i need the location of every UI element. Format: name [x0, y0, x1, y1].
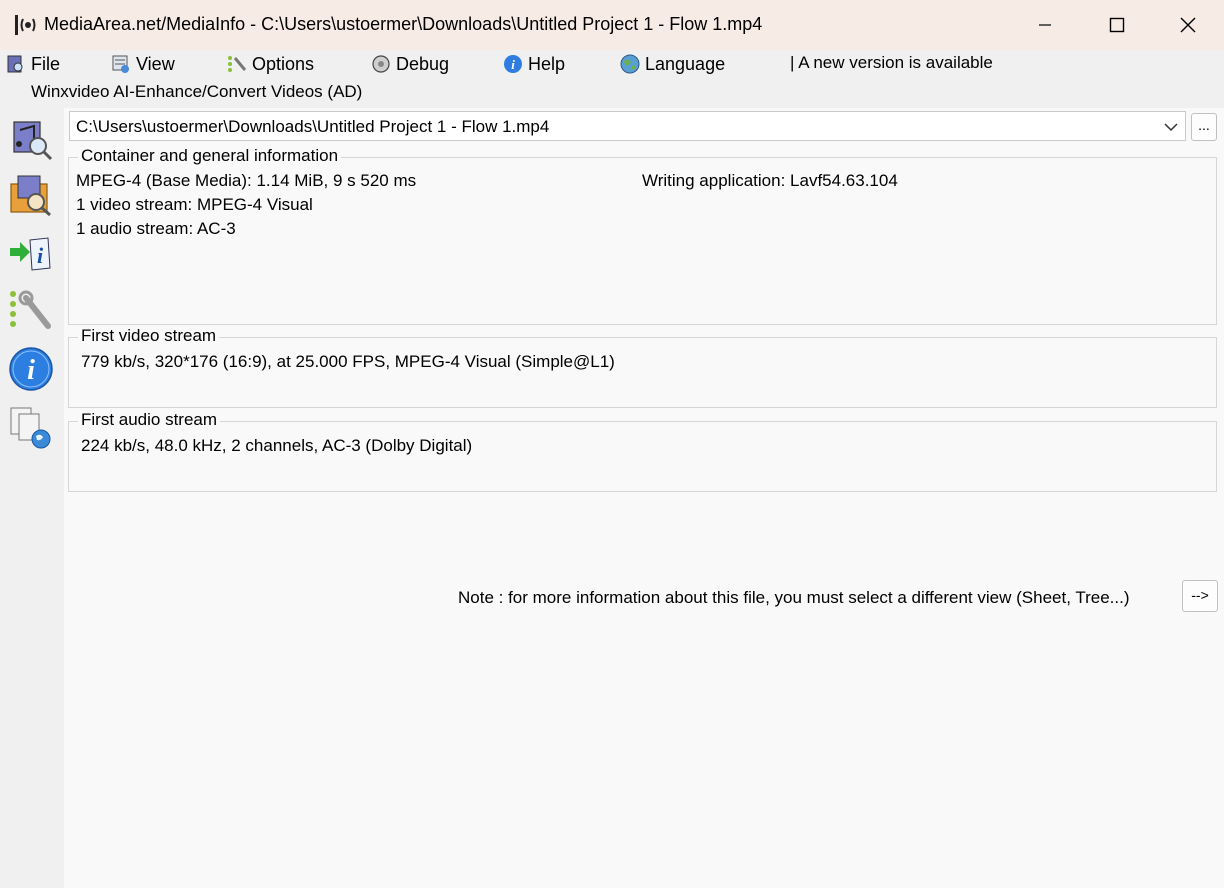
menu-view-label: View	[136, 53, 175, 74]
video-legend: First video stream	[78, 326, 220, 346]
open-file-icon	[13, 121, 53, 161]
svg-text:i: i	[511, 57, 515, 72]
export-button[interactable]: i	[6, 228, 56, 278]
audio-stream-group: First audio stream	[68, 410, 1217, 492]
view-icon	[112, 55, 129, 73]
view-note: Note : for more information about this f…	[458, 588, 1130, 607]
menu-debug[interactable]: Debug	[370, 52, 449, 76]
browse-button[interactable]: ...	[1191, 113, 1217, 141]
general-legend: Container and general information	[78, 146, 342, 166]
general-writing-app: Writing application: Lavf54.63.104	[642, 171, 898, 190]
menu-debug-label: Debug	[396, 53, 450, 74]
help-icon: i	[504, 55, 522, 73]
debug-icon	[372, 55, 390, 73]
svg-text:i: i	[27, 355, 35, 386]
menu-options[interactable]: Options	[226, 52, 314, 76]
general-format: MPEG-4 (Base Media): 1.14 MiB, 9 s 520 m…	[76, 171, 417, 190]
mediainfo-app-icon	[14, 12, 38, 38]
title-bar: MediaArea.net/MediaInfo - C:\Users\ustoe…	[0, 0, 1224, 50]
ad-link[interactable]: Winxvideo AI-Enhance/Convert Videos (AD)	[31, 82, 362, 102]
close-button[interactable]	[1152, 0, 1224, 50]
open-folder-icon	[10, 175, 51, 217]
menu-help-label: Help	[528, 53, 566, 74]
general-video-count: 1 video stream: MPEG-4 Visual	[76, 195, 313, 214]
general-audio-count: 1 audio stream: AC-3	[76, 219, 236, 238]
menu-file-label: File	[31, 53, 61, 74]
maximize-icon	[1109, 17, 1125, 33]
menu-language-label: Language	[645, 53, 726, 74]
video-stream-group: First video stream	[68, 326, 1217, 408]
audio-legend: First audio stream	[78, 410, 221, 430]
svg-text:i: i	[37, 243, 44, 268]
new-version-notice[interactable]: | A new version is available	[790, 53, 993, 73]
preferences-button[interactable]	[6, 286, 56, 336]
export-icon: i	[10, 237, 51, 271]
minimize-button[interactable]	[1009, 0, 1081, 50]
minimize-icon	[1039, 24, 1051, 26]
menu-options-label: Options	[252, 53, 315, 74]
next-view-button[interactable]: -->	[1182, 580, 1218, 612]
menu-bar: File View Options Debug i Help Language	[0, 50, 1224, 78]
close-icon	[1180, 17, 1196, 33]
menu-view[interactable]: View	[110, 52, 175, 76]
open-file-button[interactable]	[6, 114, 56, 164]
language-icon	[620, 54, 640, 74]
file-select-combo[interactable]: C:\Users\ustoermer\Downloads\Untitled Pr…	[69, 111, 1186, 141]
web-button[interactable]	[6, 402, 56, 452]
menu-help[interactable]: i Help	[502, 52, 565, 76]
about-button[interactable]: i	[6, 344, 56, 394]
audio-summary: 224 kb/s, 48.0 kHz, 2 channels, AC-3 (Do…	[81, 436, 473, 455]
file-path-value: C:\Users\ustoermer\Downloads\Untitled Pr…	[76, 117, 550, 136]
sidebar-toolbar: i i	[0, 108, 64, 888]
preferences-icon	[10, 290, 51, 329]
menu-file[interactable]: File	[5, 52, 60, 76]
options-icon	[228, 56, 247, 72]
file-icon	[7, 55, 23, 73]
video-summary: 779 kb/s, 320*176 (16:9), at 25.000 FPS,…	[81, 352, 615, 371]
menu-language[interactable]: Language	[619, 52, 725, 76]
web-icon	[10, 407, 51, 449]
maximize-button[interactable]	[1081, 0, 1153, 50]
window-title: MediaArea.net/MediaInfo - C:\Users\ustoe…	[44, 14, 763, 34]
open-folder-button[interactable]	[6, 170, 56, 220]
chevron-down-icon	[1164, 123, 1178, 132]
about-icon: i	[9, 347, 53, 391]
